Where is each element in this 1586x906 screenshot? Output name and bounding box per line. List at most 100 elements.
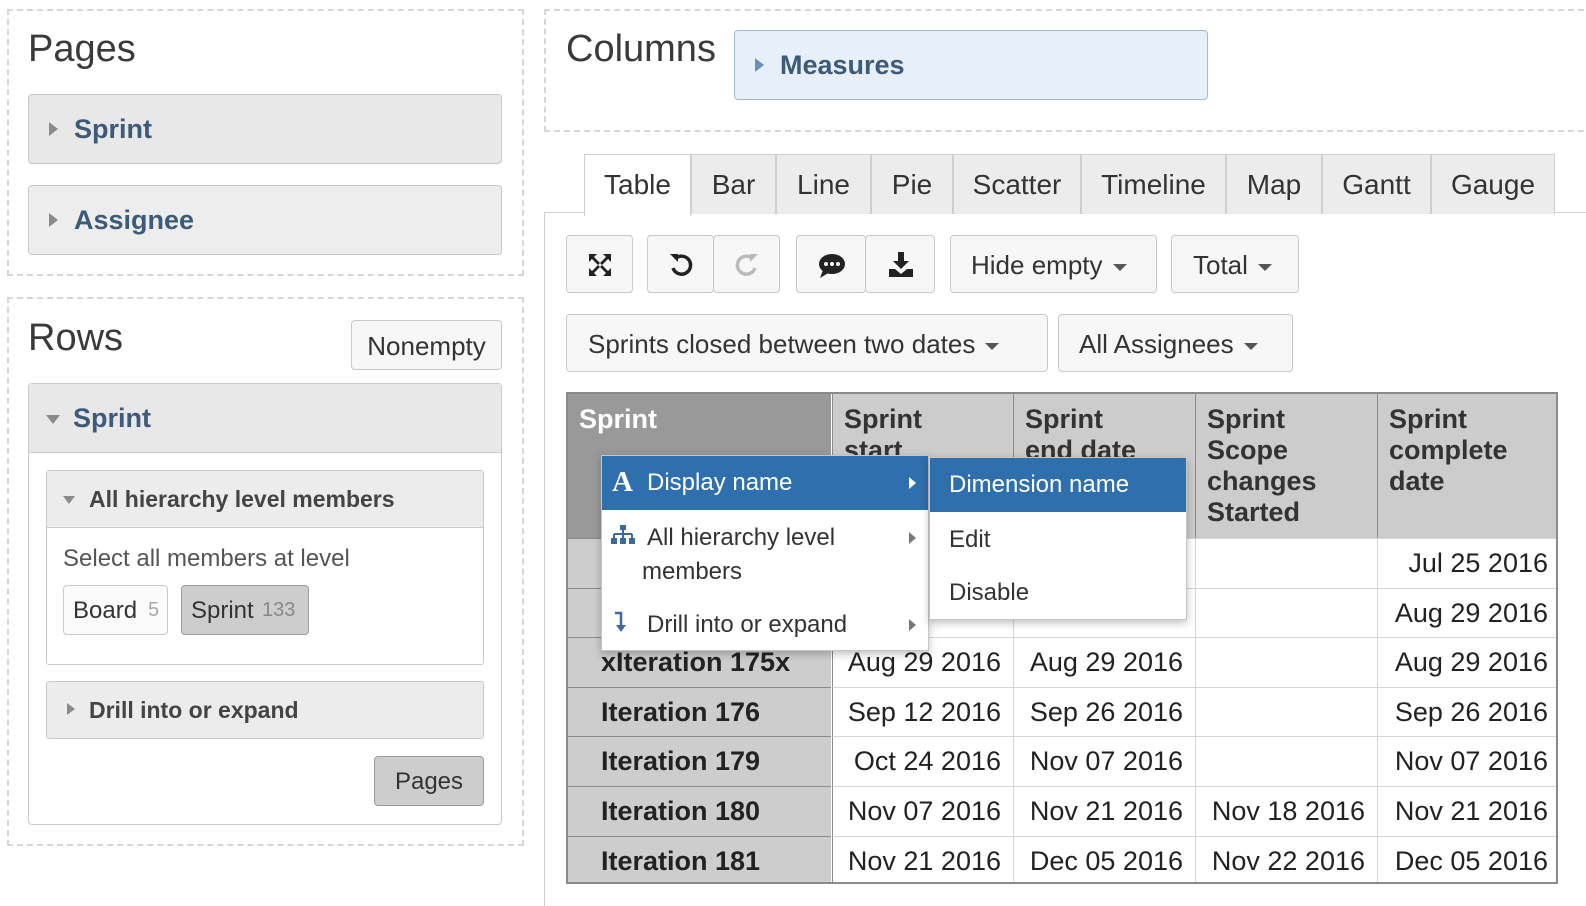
dimension-label: Sprint xyxy=(73,403,151,433)
cell-value: Nov 07 2016 xyxy=(1029,746,1183,777)
hide-empty-dropdown[interactable]: Hide empty xyxy=(950,235,1157,293)
font-icon: A xyxy=(612,466,633,498)
tab-line[interactable]: Line xyxy=(776,154,871,214)
sprints-filter-dropdown[interactable]: Sprints closed between two dates xyxy=(566,314,1048,372)
cell-value: Nov 22 2016 xyxy=(1211,845,1365,876)
nonempty-label: Nonempty xyxy=(367,331,486,361)
tab-table[interactable]: Table xyxy=(584,154,691,216)
expand-icon xyxy=(755,58,764,72)
level-name: Board xyxy=(73,597,138,624)
download-button[interactable] xyxy=(865,235,935,293)
table-cell xyxy=(1195,736,1377,786)
menu-item-drill[interactable]: Drill into or expand xyxy=(602,599,928,649)
hierarchy-icon xyxy=(611,525,635,544)
header-label: Sprint xyxy=(579,404,657,434)
cell-value: Nov 21 2016 xyxy=(847,845,1001,876)
row-header[interactable]: Iteration 181 xyxy=(568,835,831,882)
drill-title: Drill into or expand xyxy=(89,697,299,723)
row-header-label: Iteration 180 xyxy=(601,796,761,826)
pages-dimension-sprint[interactable]: Sprint xyxy=(28,94,502,164)
table-cell xyxy=(1195,637,1377,687)
collapse-icon xyxy=(63,496,75,504)
menu-item-hierarchy-members[interactable]: All hierarchy level members xyxy=(602,512,928,596)
submenu-item-label: Edit xyxy=(949,526,991,553)
undo-icon xyxy=(670,254,693,276)
comment-icon xyxy=(819,254,845,278)
tab-timeline[interactable]: Timeline xyxy=(1081,154,1226,214)
collapse-icon xyxy=(46,415,60,424)
cell-value: Nov 07 2016 xyxy=(847,796,1001,826)
cell-value: Sep 26 2016 xyxy=(1394,696,1548,727)
tab-map[interactable]: Map xyxy=(1226,154,1322,214)
table-cell: Dec 05 2016 xyxy=(1377,835,1556,882)
table-row: Iteration 181 Nov 21 2016 Dec 05 2016 Nov 2… xyxy=(568,835,1556,882)
chevron-right-icon xyxy=(909,477,916,489)
table-row: Iteration 180 Nov 07 2016 Nov 21 2016 Nov 1… xyxy=(568,786,1556,836)
hide-empty-label: Hide empty xyxy=(971,250,1127,281)
row-header[interactable]: Iteration 179 xyxy=(568,736,831,786)
cell-value: Aug 29 2016 xyxy=(1394,597,1548,628)
drill-arrow-icon xyxy=(615,611,626,632)
level-name: Sprint xyxy=(191,597,254,624)
table-cell xyxy=(1195,686,1377,737)
tab-gauge[interactable]: Gauge xyxy=(1431,154,1555,214)
expand-icon xyxy=(49,213,58,227)
row-header[interactable]: Iteration 180 xyxy=(568,786,831,836)
fullscreen-icon xyxy=(589,254,611,276)
table-cell: Sep 12 2016 xyxy=(832,686,1013,737)
table-cell xyxy=(1195,538,1377,588)
fullscreen-button[interactable] xyxy=(566,235,633,293)
menu-item-display-name[interactable]: A Display name xyxy=(602,456,928,510)
undo-button[interactable] xyxy=(647,235,714,293)
cell-value: Nov 21 2016 xyxy=(1394,796,1548,826)
table-cell: Nov 07 2016 xyxy=(832,786,1013,836)
row-header[interactable]: Iteration 176 xyxy=(568,686,831,737)
cell-value: Aug 29 2016 xyxy=(847,647,1001,678)
cell-value: Sep 26 2016 xyxy=(1029,696,1183,727)
total-dropdown[interactable]: Total xyxy=(1171,235,1299,293)
row-header-label: Iteration 181 xyxy=(601,845,761,876)
table-header-complete[interactable]: Sprint complete date xyxy=(1377,394,1556,538)
dimension-label: Assignee xyxy=(74,205,195,235)
comment-button[interactable] xyxy=(796,235,866,293)
submenu-item-dimension-name[interactable]: Dimension name xyxy=(930,458,1186,512)
redo-button[interactable] xyxy=(713,235,780,293)
assignees-filter-label: All Assignees xyxy=(1079,329,1258,360)
level-members-header[interactable]: All hierarchy level members xyxy=(47,471,483,528)
table-cell: Dec 05 2016 xyxy=(1013,835,1195,882)
table-cell: Nov 18 2016 xyxy=(1195,786,1377,836)
table-cell: Nov 07 2016 xyxy=(1013,736,1195,786)
cell-value: Jul 25 2016 xyxy=(1408,548,1548,578)
level-sprint-button[interactable]: Sprint 133 xyxy=(181,585,309,635)
cell-value: Nov 18 2016 xyxy=(1211,796,1365,826)
table-cell: Aug 29 2016 xyxy=(1377,637,1556,687)
table-cell: Oct 24 2016 xyxy=(832,736,1013,786)
level-count: 133 xyxy=(262,599,296,621)
table-header-scope[interactable]: Sprint Scope changes Started xyxy=(1195,394,1377,538)
submenu-item-disable[interactable]: Disable xyxy=(930,567,1186,619)
tab-bar[interactable]: Bar xyxy=(691,154,776,214)
tab-pie[interactable]: Pie xyxy=(871,154,953,214)
cell-value: Oct 24 2016 xyxy=(853,746,1001,777)
chevron-down-icon xyxy=(1243,342,1258,350)
cell-value: Nov 07 2016 xyxy=(1394,746,1548,777)
level-board-button[interactable]: Board 5 xyxy=(63,585,168,635)
tab-scatter[interactable]: Scatter xyxy=(953,154,1081,214)
dimension-label: Sprint xyxy=(74,114,152,144)
cell-value: Dec 05 2016 xyxy=(1394,845,1548,876)
nonempty-button[interactable]: Nonempty xyxy=(351,320,502,370)
assignees-filter-dropdown[interactable]: All Assignees xyxy=(1058,314,1293,372)
tab-gantt[interactable]: Gantt xyxy=(1322,154,1431,214)
drill-section[interactable]: Drill into or expand xyxy=(46,681,484,739)
context-menu: A Display name All hierarchy level membe… xyxy=(601,455,929,651)
table-cell: Jul 25 2016 xyxy=(1377,538,1556,588)
rows-dimension-header[interactable]: Sprint xyxy=(29,384,501,453)
cell-value: Sep 12 2016 xyxy=(847,696,1001,727)
header-label: Sprint Scope changes Started xyxy=(1207,404,1317,527)
pages-dimension-assignee[interactable]: Assignee xyxy=(28,185,502,255)
rows-dimension-sprint: Sprint All hierarchy level members Selec… xyxy=(28,383,502,825)
columns-measures[interactable]: Measures xyxy=(734,30,1208,100)
submenu-item-edit[interactable]: Edit xyxy=(930,514,1186,566)
pages-button[interactable]: Pages xyxy=(374,756,484,806)
sprints-filter-label: Sprints closed between two dates xyxy=(588,329,1000,360)
